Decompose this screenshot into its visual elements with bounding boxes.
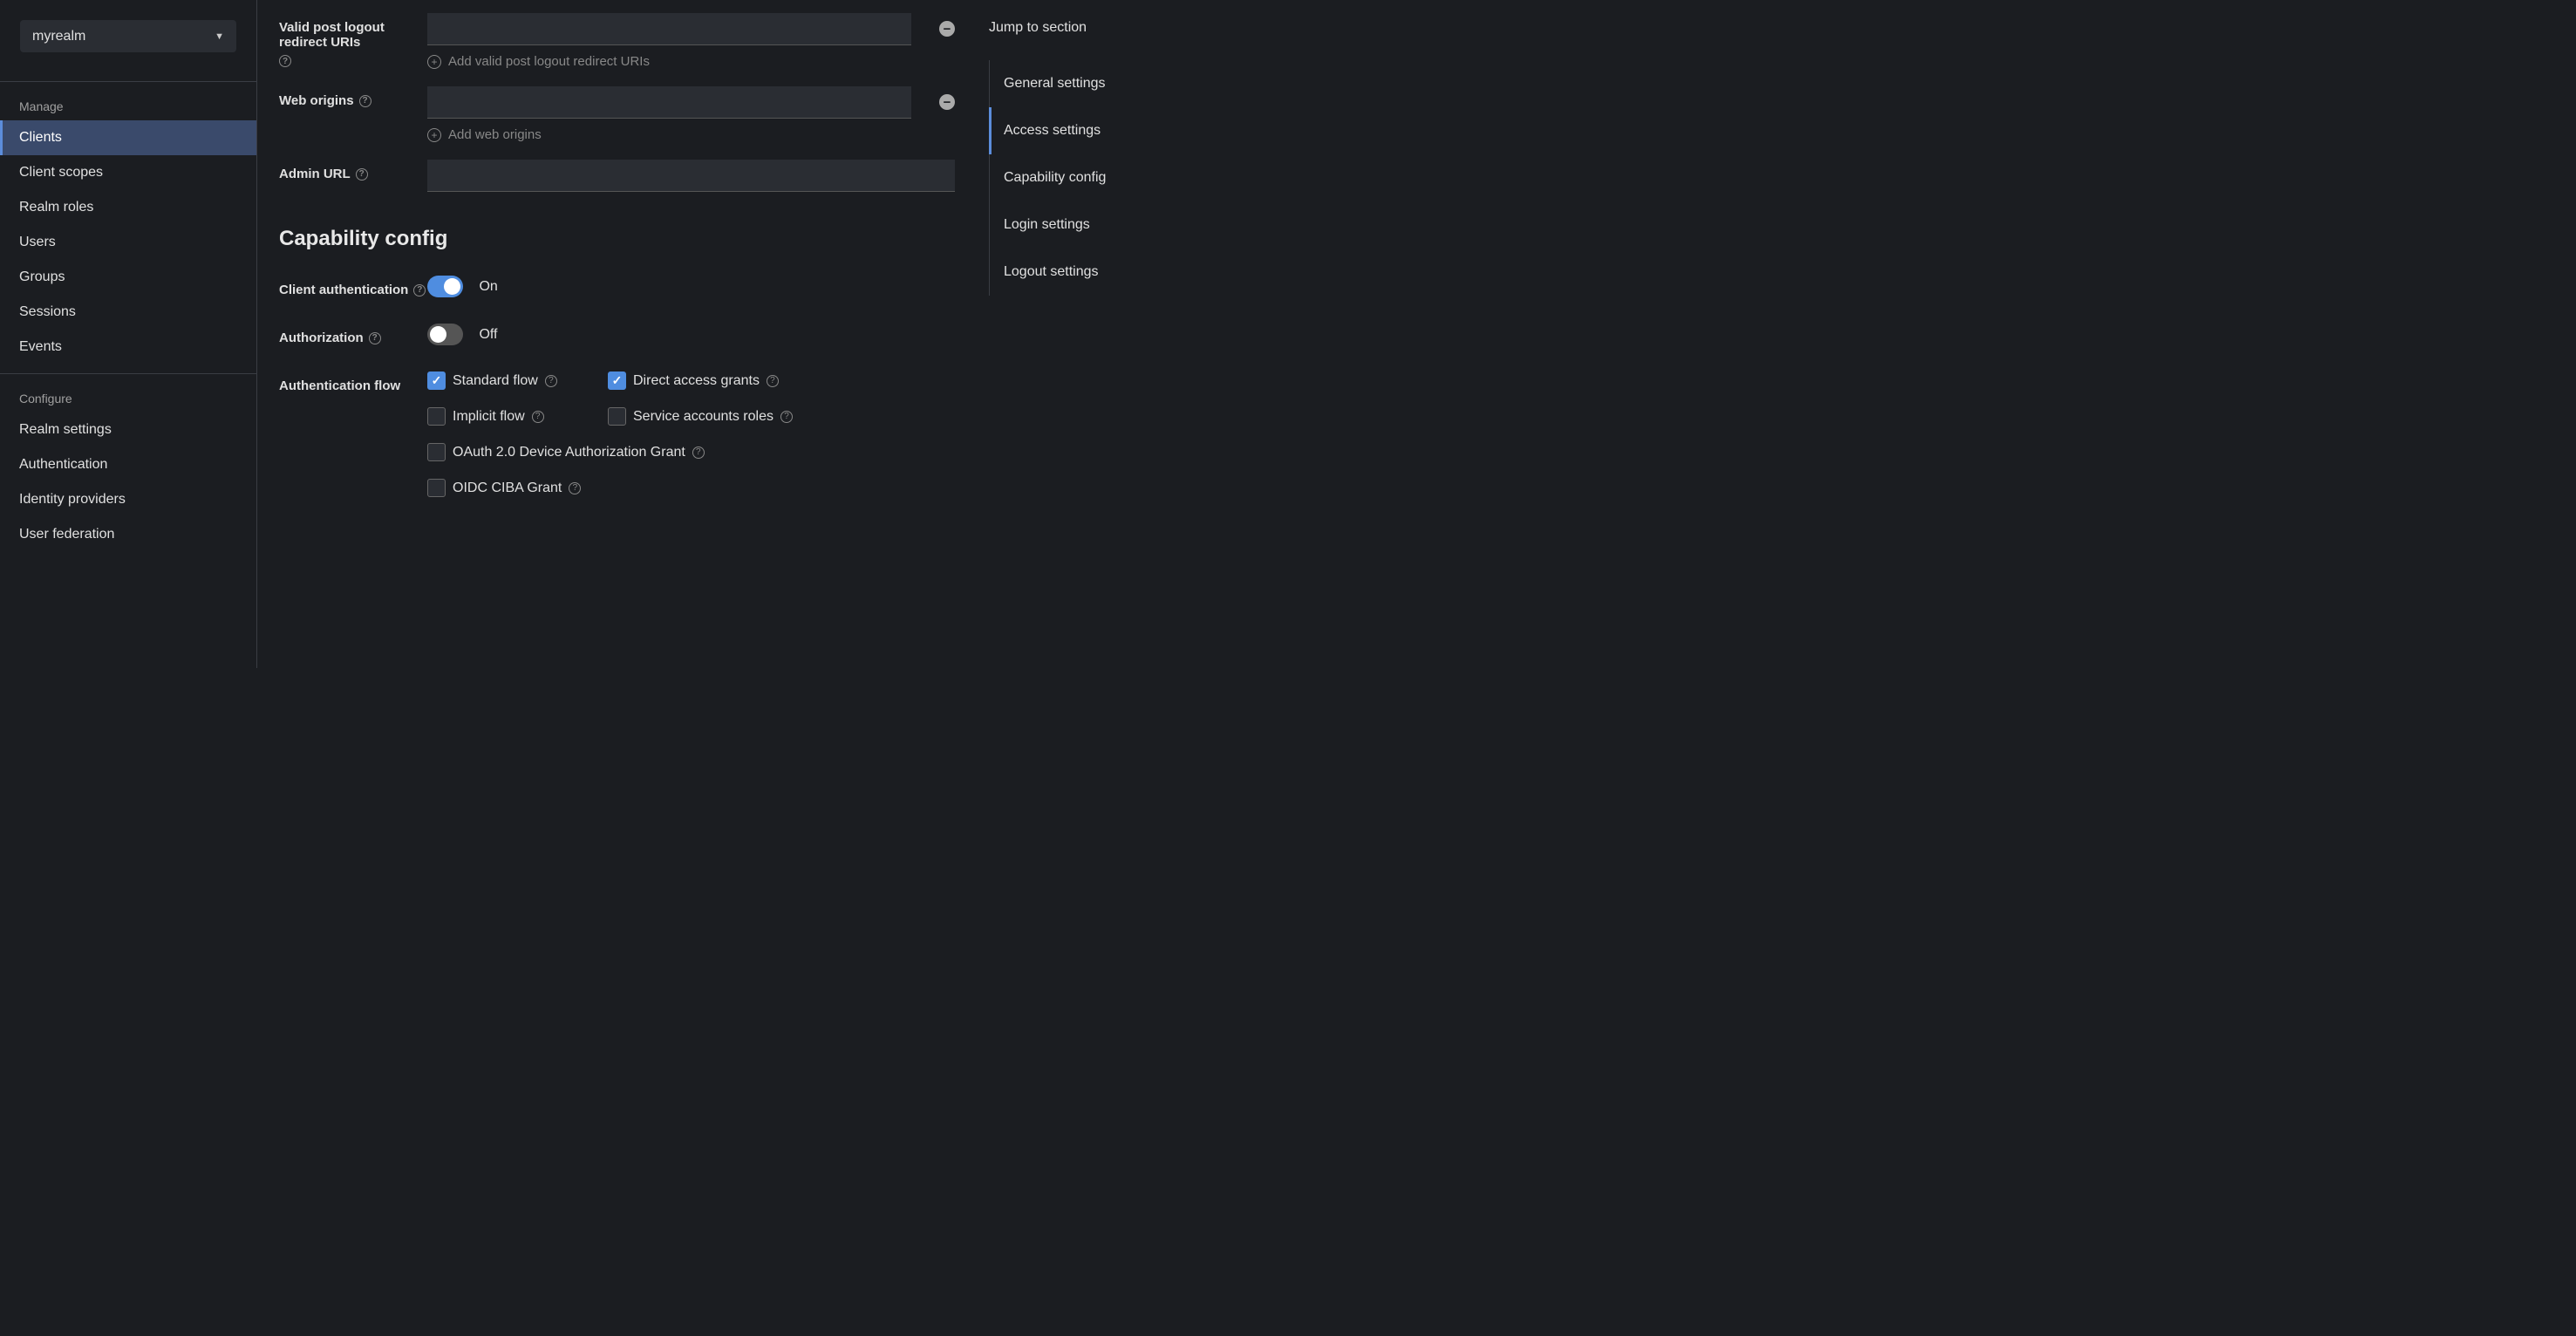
authorization-state: Off (479, 327, 497, 343)
label-text: Valid post logout redirect URIs (279, 20, 427, 50)
authorization-label: Authorization ? (279, 324, 427, 345)
realm-selector[interactable]: myrealm ▼ (20, 20, 236, 52)
jump-item-login[interactable]: Login settings (990, 201, 1320, 249)
authorization-toggle[interactable] (427, 324, 463, 345)
jump-item-label: Login settings (1004, 217, 1090, 232)
implicit-flow-checkbox[interactable] (427, 407, 446, 426)
web-origins-label: Web origins ? (279, 86, 427, 108)
sidebar-item-label: Users (19, 235, 56, 249)
help-icon[interactable]: ? (767, 375, 779, 387)
sidebar-item-clients[interactable]: Clients (0, 120, 256, 155)
sidebar-item-sessions[interactable]: Sessions (0, 295, 256, 330)
add-link-label: Add web origins (448, 127, 542, 142)
sidebar-section-configure: Configure (0, 374, 256, 412)
sidebar-item-label: Clients (19, 130, 62, 145)
help-icon[interactable]: ? (356, 168, 368, 181)
client-auth-label: Client authentication ? (279, 276, 427, 297)
checkbox-label: OAuth 2.0 Device Authorization Grant (453, 445, 685, 460)
help-icon[interactable]: ? (780, 411, 793, 423)
sidebar-item-label: Realm settings (19, 422, 112, 437)
valid-post-logout-input[interactable] (427, 13, 911, 45)
jump-item-label: Logout settings (1004, 264, 1099, 279)
checkbox-label: Implicit flow (453, 409, 525, 425)
sidebar-item-label: Client scopes (19, 165, 103, 180)
sidebar-item-realm-settings[interactable]: Realm settings (0, 412, 256, 447)
help-icon[interactable]: ? (359, 95, 371, 107)
help-icon[interactable]: ? (532, 411, 544, 423)
direct-access-checkbox[interactable] (608, 371, 626, 390)
plus-circle-icon: + (427, 55, 441, 69)
plus-circle-icon: + (427, 128, 441, 142)
jump-heading: Jump to section (989, 20, 1320, 36)
sidebar: myrealm ▼ Manage Clients Client scopes R… (0, 0, 257, 668)
sidebar-item-realm-roles[interactable]: Realm roles (0, 190, 256, 225)
jump-to-section-panel: Jump to section General settings Access … (989, 13, 1320, 668)
label-text: Authorization (279, 331, 364, 345)
admin-url-input[interactable] (427, 160, 955, 192)
label-text: Web origins (279, 93, 354, 108)
jump-item-label: Capability config (1004, 170, 1106, 185)
help-icon[interactable]: ? (692, 446, 705, 459)
label-text: Authentication flow (279, 378, 400, 393)
label-text: Client authentication (279, 283, 408, 297)
client-auth-toggle[interactable] (427, 276, 463, 297)
jump-item-label: General settings (1004, 76, 1106, 91)
jump-item-access[interactable]: Access settings (989, 107, 1320, 154)
minus-icon: − (944, 95, 951, 110)
jump-item-general[interactable]: General settings (990, 60, 1320, 107)
help-icon[interactable]: ? (545, 375, 557, 387)
sidebar-item-label: Realm roles (19, 200, 93, 215)
caret-down-icon: ▼ (215, 31, 224, 42)
minus-icon: − (944, 22, 951, 37)
oidc-ciba-checkbox[interactable] (427, 479, 446, 497)
main-content: Valid post logout redirect URIs ? − + Ad… (257, 0, 1320, 668)
web-origins-input[interactable] (427, 86, 911, 119)
sidebar-item-label: User federation (19, 527, 114, 542)
sidebar-item-label: Groups (19, 269, 65, 284)
checkbox-label: Direct access grants (633, 373, 760, 389)
sidebar-item-users[interactable]: Users (0, 225, 256, 260)
admin-url-label: Admin URL ? (279, 160, 427, 181)
remove-origin-button[interactable]: − (939, 94, 955, 110)
oauth-device-checkbox[interactable] (427, 443, 446, 461)
checkbox-label: Service accounts roles (633, 409, 773, 425)
sidebar-section-manage: Manage (0, 82, 256, 120)
help-icon[interactable]: ? (279, 55, 291, 67)
help-icon[interactable]: ? (569, 482, 581, 494)
sidebar-item-label: Identity providers (19, 492, 126, 507)
valid-post-logout-label: Valid post logout redirect URIs ? (279, 13, 427, 67)
capability-config-heading: Capability config (279, 227, 989, 251)
sidebar-item-label: Authentication (19, 457, 107, 472)
sidebar-item-authentication[interactable]: Authentication (0, 447, 256, 482)
add-valid-post-logout-link[interactable]: + Add valid post logout redirect URIs (427, 54, 989, 86)
sidebar-item-user-federation[interactable]: User federation (0, 517, 256, 552)
help-icon[interactable]: ? (413, 284, 426, 297)
jump-item-logout[interactable]: Logout settings (990, 249, 1320, 296)
sidebar-item-label: Events (19, 339, 62, 354)
remove-uri-button[interactable]: − (939, 21, 955, 37)
realm-selected-label: myrealm (32, 29, 85, 44)
sidebar-item-label: Sessions (19, 304, 76, 319)
add-web-origin-link[interactable]: + Add web origins (427, 127, 989, 160)
sidebar-item-client-scopes[interactable]: Client scopes (0, 155, 256, 190)
checkbox-label: OIDC CIBA Grant (453, 481, 562, 496)
sidebar-item-identity-providers[interactable]: Identity providers (0, 482, 256, 517)
jump-item-label: Access settings (1004, 123, 1101, 138)
add-link-label: Add valid post logout redirect URIs (448, 54, 650, 69)
standard-flow-checkbox[interactable] (427, 371, 446, 390)
service-accounts-checkbox[interactable] (608, 407, 626, 426)
jump-item-capability[interactable]: Capability config (990, 154, 1320, 201)
help-icon[interactable]: ? (369, 332, 381, 344)
checkbox-label: Standard flow (453, 373, 538, 389)
label-text: Admin URL (279, 167, 351, 181)
auth-flow-label: Authentication flow (279, 371, 427, 393)
sidebar-item-groups[interactable]: Groups (0, 260, 256, 295)
sidebar-item-events[interactable]: Events (0, 330, 256, 365)
client-auth-state: On (479, 279, 497, 295)
